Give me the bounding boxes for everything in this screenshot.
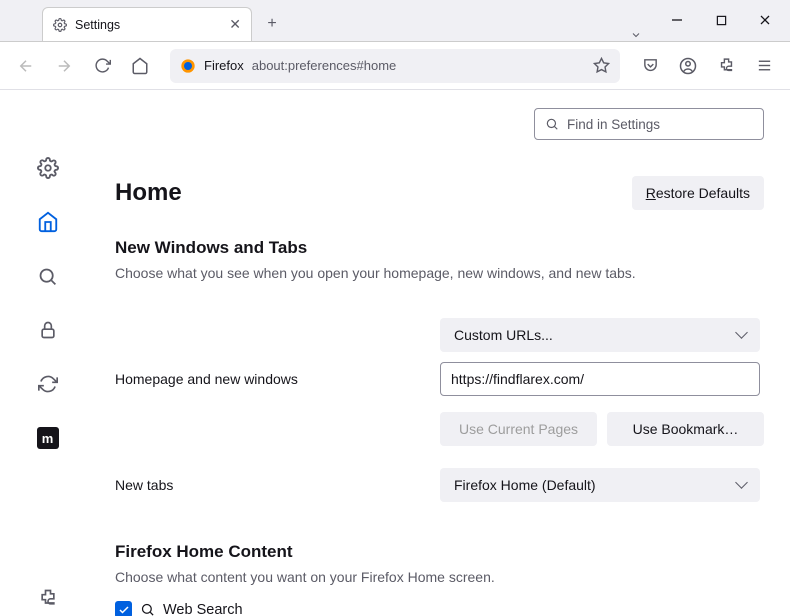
dropdown-value: Custom URLs... xyxy=(454,327,553,343)
maximize-button[interactable] xyxy=(700,5,742,35)
homepage-url-input[interactable] xyxy=(440,362,760,396)
bookmark-star-icon[interactable] xyxy=(593,57,610,74)
home-button[interactable] xyxy=(124,50,156,82)
checkbox-checked-icon[interactable] xyxy=(115,601,132,616)
reload-button[interactable] xyxy=(86,50,118,82)
find-in-settings[interactable]: Find in Settings xyxy=(534,108,764,140)
app-menu-button[interactable] xyxy=(748,50,780,82)
back-button[interactable] xyxy=(10,50,42,82)
homepage-mode-dropdown[interactable]: Custom URLs... xyxy=(440,318,760,352)
restore-defaults-button[interactable]: Restore Defaults xyxy=(632,176,764,210)
tab-title: Settings xyxy=(75,18,120,32)
close-window-button[interactable] xyxy=(744,5,786,35)
minimize-button[interactable] xyxy=(656,5,698,35)
websearch-row[interactable]: Web Search xyxy=(115,601,764,616)
section-new-windows-heading: New Windows and Tabs xyxy=(115,238,764,258)
sidebar-general[interactable] xyxy=(30,150,66,186)
window-titlebar: Settings ✕ + xyxy=(0,0,790,42)
chevron-down-icon[interactable] xyxy=(616,29,656,41)
settings-main: Find in Settings Home Restore Defaults N… xyxy=(95,90,790,616)
window-controls xyxy=(656,0,786,41)
find-placeholder: Find in Settings xyxy=(567,117,660,132)
url-bar[interactable]: Firefox about:preferences#home xyxy=(170,49,620,83)
sidebar-search[interactable] xyxy=(30,258,66,294)
new-tab-button[interactable]: + xyxy=(258,10,286,38)
homepage-label: Homepage and new windows xyxy=(115,371,440,387)
search-icon xyxy=(140,602,155,616)
identity-label: Firefox xyxy=(204,58,244,73)
mozilla-icon: m xyxy=(37,427,59,449)
sidebar-extensions[interactable] xyxy=(30,580,66,616)
use-current-pages-button[interactable]: Use Current Pages xyxy=(440,412,597,446)
section-home-content-sub: Choose what content you want on your Fir… xyxy=(115,568,764,588)
account-button[interactable] xyxy=(672,50,704,82)
search-icon xyxy=(545,117,559,131)
firefox-icon xyxy=(180,58,196,74)
websearch-label: Web Search xyxy=(163,602,243,616)
sidebar-sync[interactable] xyxy=(30,366,66,402)
pocket-button[interactable] xyxy=(634,50,666,82)
settings-content: m Find in Settings Home Restore Defaults… xyxy=(0,90,790,616)
browser-tab[interactable]: Settings ✕ xyxy=(42,7,252,41)
use-bookmark-button[interactable]: Use Bookmark… xyxy=(607,412,764,446)
sidebar-more-mozilla[interactable]: m xyxy=(30,420,66,456)
newtabs-dropdown[interactable]: Firefox Home (Default) xyxy=(440,468,760,502)
sidebar-home[interactable] xyxy=(30,204,66,240)
gear-icon xyxy=(53,18,67,32)
page-title: Home xyxy=(115,179,632,207)
section-new-windows-sub: Choose what you see when you open your h… xyxy=(115,264,764,284)
navigation-toolbar: Firefox about:preferences#home xyxy=(0,42,790,90)
url-text: about:preferences#home xyxy=(252,58,585,73)
close-tab-icon[interactable]: ✕ xyxy=(229,16,241,33)
dropdown-value: Firefox Home (Default) xyxy=(454,477,596,493)
settings-sidebar: m xyxy=(0,90,95,616)
newtabs-label: New tabs xyxy=(115,477,440,493)
section-home-content-heading: Firefox Home Content xyxy=(115,542,764,562)
extensions-button[interactable] xyxy=(710,50,742,82)
forward-button[interactable] xyxy=(48,50,80,82)
sidebar-privacy[interactable] xyxy=(30,312,66,348)
